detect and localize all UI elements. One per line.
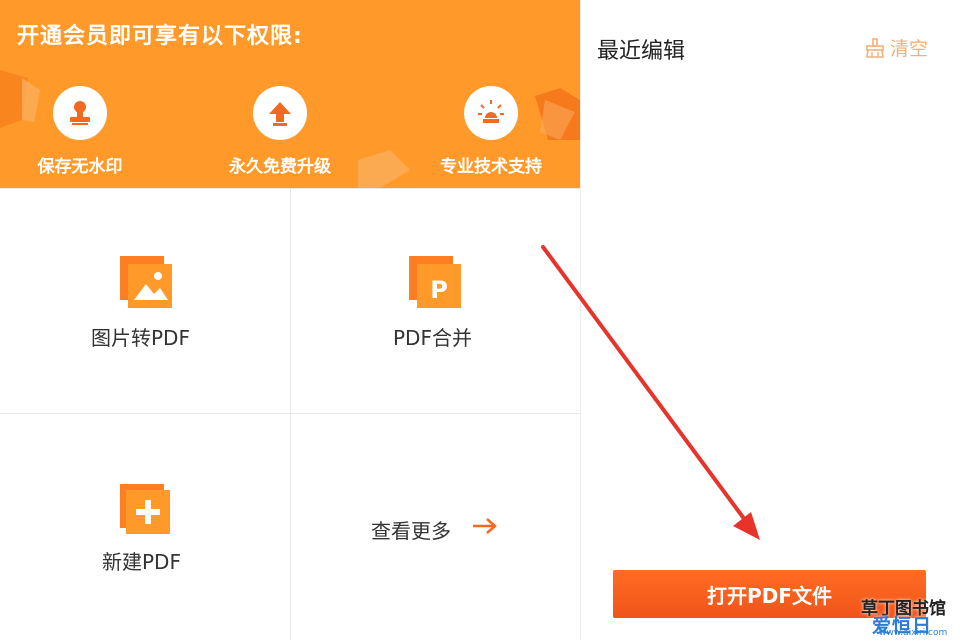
grid-divider-vertical [290, 188, 291, 640]
panel-divider [580, 0, 581, 640]
clear-recent-button[interactable]: 清空 [864, 34, 928, 61]
plus-icon [120, 484, 170, 534]
watermark-url: www.aixiri.com [879, 628, 948, 638]
feature-label: 新建PDF [102, 550, 181, 574]
feature-label: 图片转PDF [91, 326, 190, 350]
perk-no-watermark: 保存无水印 [0, 86, 160, 177]
pdf-merge-tile[interactable]: P PDF合并 [291, 189, 580, 413]
new-pdf-tile[interactable]: 新建PDF [0, 414, 290, 640]
view-more-tile[interactable]: 查看更多 [291, 414, 580, 640]
perk-tech-support: 专业技术支持 [411, 86, 571, 177]
perk-free-upgrade: 永久免费升级 [200, 86, 360, 177]
pdf-p-icon: P [409, 256, 461, 308]
perk-label: 专业技术支持 [440, 157, 542, 177]
upgrade-arrow-icon [253, 86, 307, 140]
svg-text:P: P [430, 276, 448, 304]
image-to-pdf-tile[interactable]: 图片转PDF [0, 189, 290, 413]
broom-icon [866, 37, 884, 58]
image-icon [120, 256, 172, 308]
recent-edits-title: 最近编辑 [597, 39, 686, 64]
vip-promo-banner[interactable]: 开通会员即可享有以下权限: 保存无水印 永久免费升级 专业技术支持 [0, 0, 580, 188]
stamp-icon [53, 86, 107, 140]
support-lightbulb-icon [464, 86, 518, 140]
perk-label: 永久免费升级 [229, 157, 331, 177]
arrow-right-icon [473, 518, 497, 534]
clear-label: 清空 [890, 38, 929, 60]
promo-title: 开通会员即可享有以下权限: [17, 24, 303, 49]
feature-label: PDF合并 [393, 326, 472, 350]
perk-label: 保存无水印 [37, 157, 123, 177]
grid-divider-horizontal [0, 413, 580, 414]
view-more-label: 查看更多 [371, 519, 451, 543]
